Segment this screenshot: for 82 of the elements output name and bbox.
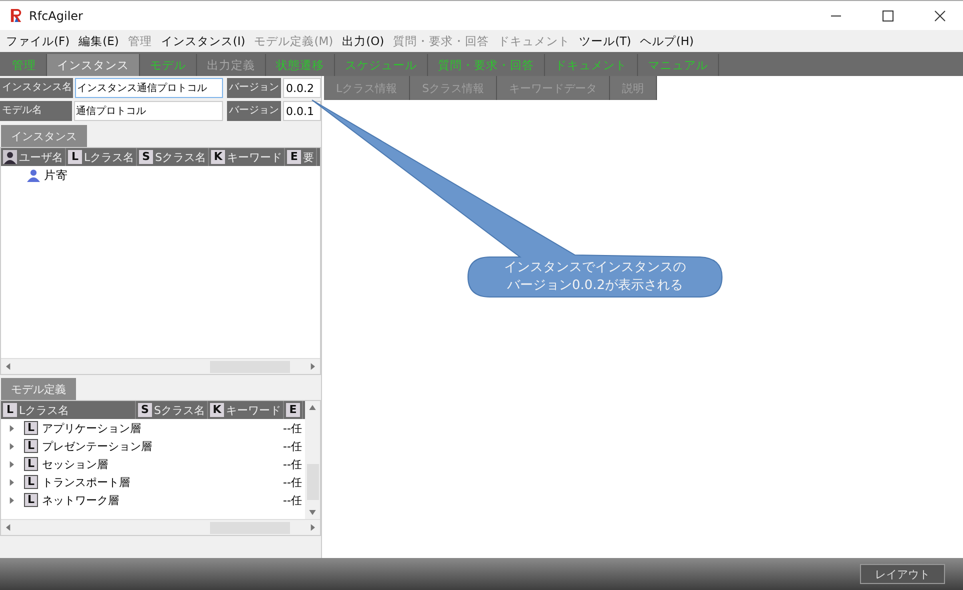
column-label: キーワード	[226, 402, 281, 418]
column-header[interactable]: L Lクラス名	[1, 401, 136, 419]
menu-item[interactable]: ツール(T)	[579, 34, 632, 48]
letter-icon: L	[24, 421, 38, 435]
letter-icon: S	[138, 403, 152, 417]
column-header[interactable]: S Sクラス名	[136, 401, 208, 419]
close-icon[interactable]	[934, 10, 946, 22]
column-header[interactable]: E	[284, 401, 303, 419]
column-label: キーワード	[227, 150, 282, 164]
expand-arrow-icon[interactable]	[9, 496, 14, 504]
letter-icon: L	[68, 150, 82, 164]
expand-arrow-icon[interactable]	[9, 460, 14, 468]
menu-item[interactable]: 編集(E)	[78, 34, 119, 48]
menu-item[interactable]: インスタンス(I)	[160, 34, 246, 48]
app-logo	[10, 8, 23, 23]
expand-arrow-icon[interactable]	[9, 478, 14, 486]
panel-tab[interactable]: インスタンス	[1, 125, 87, 147]
table-cell-text: プレゼンテーション層	[42, 438, 153, 454]
column-header[interactable]: L Lクラス名	[66, 148, 138, 166]
expand-arrow-icon[interactable]	[9, 424, 14, 432]
letter-icon: L	[3, 403, 17, 417]
input-field[interactable]: 通信プロトコル	[74, 101, 223, 121]
horizontal-scrollbar[interactable]	[1, 519, 320, 535]
menu-item[interactable]: ヘルプ(H)	[640, 34, 694, 48]
field-label: バージョン	[227, 78, 281, 98]
vertical-scrollbar[interactable]	[305, 401, 320, 519]
version-field[interactable]: 0.0.2	[283, 78, 321, 98]
field-label: インスタンス名	[0, 78, 74, 98]
letter-icon: E	[286, 403, 300, 417]
letter-icon: K	[211, 150, 226, 164]
table-cell-text: --任	[283, 456, 303, 472]
column-label: Lクラス名	[84, 150, 134, 164]
table-cell-text: セッション層	[42, 456, 109, 472]
table-cell-text: --任	[283, 420, 303, 436]
column-header[interactable]: K キーワード	[209, 148, 286, 166]
column-header[interactable]: S Sクラス名	[137, 148, 210, 166]
scroll-left-icon[interactable]	[6, 363, 11, 370]
user-icon	[27, 168, 40, 182]
scroll-right-icon[interactable]	[310, 524, 315, 531]
person-icon	[3, 150, 17, 164]
column-label: ユーザ名	[19, 150, 63, 164]
version-field[interactable]: 0.0.1	[283, 101, 321, 121]
field-label: バージョン	[227, 101, 281, 121]
toolbar-tab[interactable]: インスタンス	[47, 54, 140, 76]
menu-item[interactable]: 出力(O)	[342, 34, 384, 48]
letter-icon: L	[24, 493, 38, 507]
input-field[interactable]: インスタンス通信プロトコル	[75, 78, 223, 98]
letter-icon: K	[210, 403, 224, 417]
window-title: RfcAgiler	[29, 8, 83, 22]
layout-button[interactable]: レイアウト	[860, 564, 945, 584]
horizontal-scrollbar[interactable]	[1, 358, 320, 374]
column-label: Lクラス名	[19, 402, 70, 418]
field-label: モデル名	[0, 101, 72, 121]
table-cell-text: トランスポート層	[42, 474, 131, 490]
letter-icon: L	[24, 475, 38, 489]
column-label: Sクラス名	[154, 402, 205, 418]
column-label: 要	[303, 150, 314, 164]
letter-icon: E	[287, 150, 302, 164]
scroll-down-icon[interactable]	[309, 510, 316, 515]
maximize-icon[interactable]	[882, 10, 894, 22]
scroll-left-icon[interactable]	[6, 524, 11, 531]
letter-icon: S	[139, 150, 154, 164]
table-cell-text: --任	[283, 492, 303, 508]
scroll-thumb[interactable]	[306, 464, 318, 500]
panel-tab[interactable]: モデル定義	[1, 378, 76, 400]
column-header[interactable]: ユーザ名	[1, 148, 66, 166]
column-header[interactable]: E 要	[285, 148, 318, 166]
column-header[interactable]: K キーワード	[208, 401, 284, 419]
letter-icon: L	[24, 457, 38, 471]
table-cell-text: --任	[283, 438, 303, 454]
letter-icon: L	[24, 439, 38, 453]
table-cell-text: ネットワーク層	[42, 492, 120, 508]
scroll-up-icon[interactable]	[309, 405, 316, 410]
table-cell-text: アプリケーション層	[42, 420, 142, 436]
column-label: Sクラス名	[155, 150, 206, 164]
scroll-right-icon[interactable]	[310, 363, 315, 370]
table-cell: 片寄	[44, 168, 68, 182]
menu-item[interactable]: ファイル(F)	[6, 34, 70, 48]
callout-text: バージョン0.0.2が表示される	[506, 277, 684, 295]
callout-text: インスタンスでインスタンスの	[504, 259, 686, 277]
expand-arrow-icon[interactable]	[9, 442, 14, 450]
table-cell-text: --任	[283, 474, 303, 490]
